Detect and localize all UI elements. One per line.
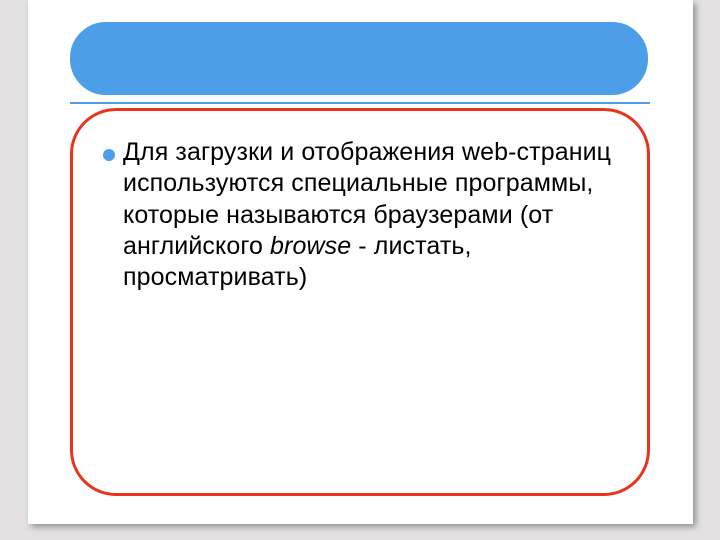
content-frame: Для загрузки и отображения web-страниц и… <box>70 108 650 496</box>
title-band <box>70 22 648 95</box>
body-text-italic: browse <box>270 232 351 260</box>
slide-card: Для загрузки и отображения web-страниц и… <box>28 0 693 524</box>
bullet-item: Для загрузки и отображения web-страниц и… <box>103 137 617 293</box>
bullet-icon <box>103 149 115 161</box>
body-text: Для загрузки и отображения web-страниц и… <box>123 137 617 293</box>
title-underline <box>70 102 650 104</box>
